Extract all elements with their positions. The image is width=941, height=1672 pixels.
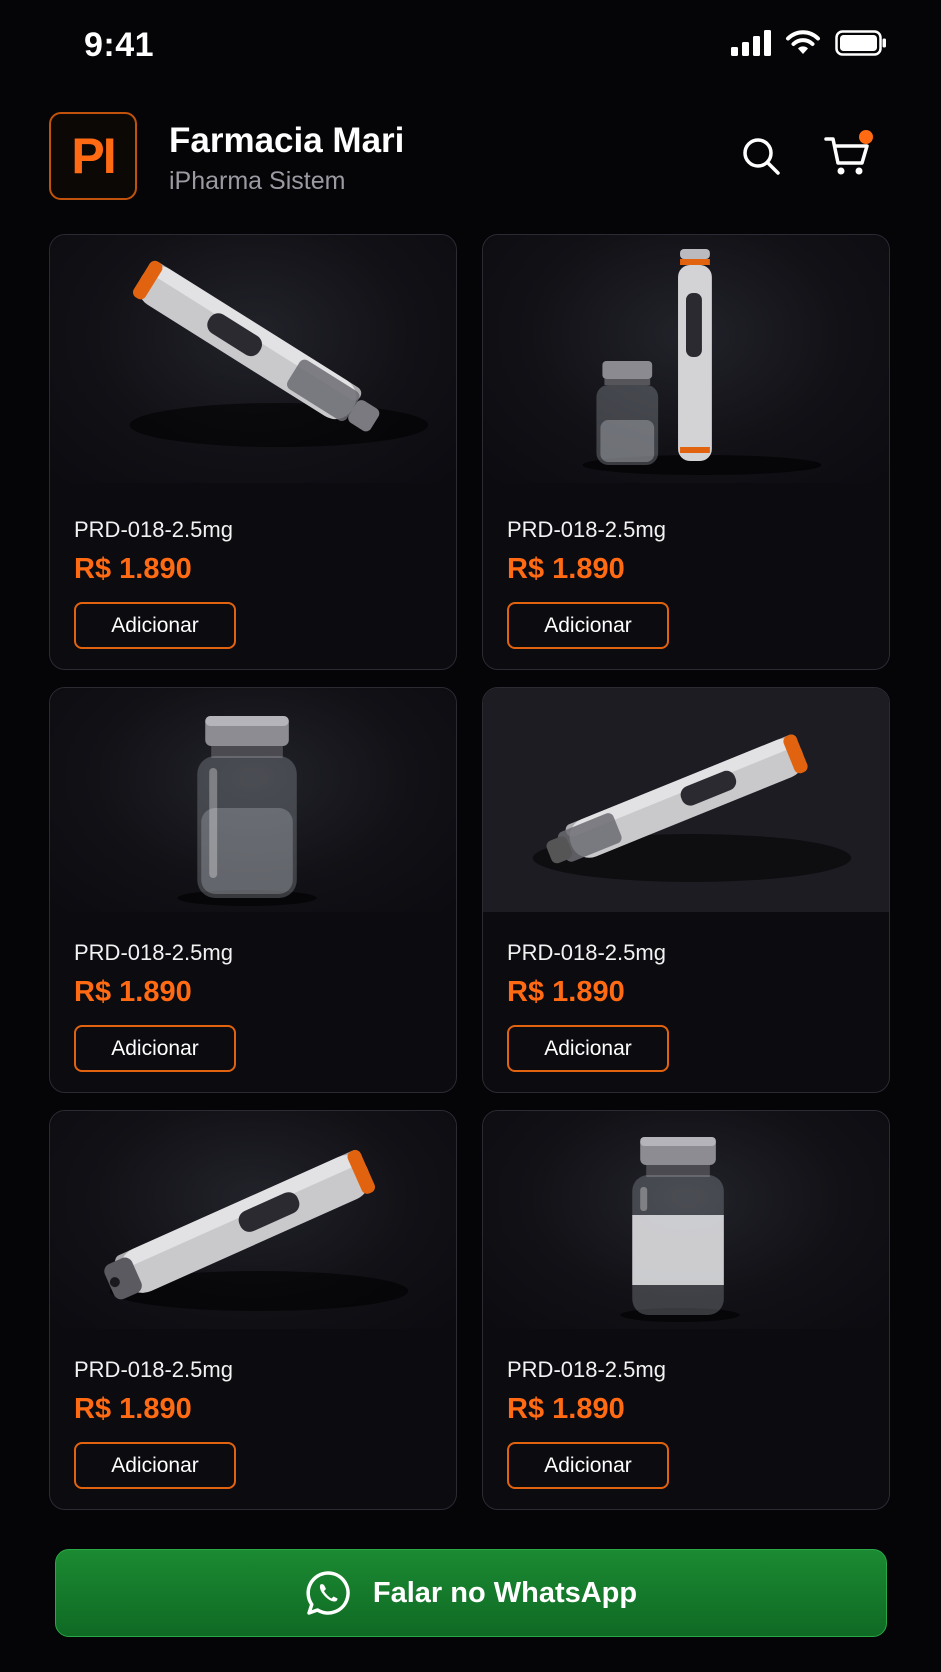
product-image-vial — [483, 1111, 889, 1329]
wifi-icon — [786, 30, 820, 54]
status-time: 9:41 — [84, 26, 155, 64]
product-image-pen — [483, 688, 889, 912]
product-card[interactable]: PRD-018-2.5mg R$ 1.890 Adicionar — [49, 1110, 457, 1510]
product-info: PRD-018-2.5mg R$ 1.890 Adicionar — [507, 940, 669, 1072]
product-grid: PRD-018-2.5mg R$ 1.890 Adicionar PRD-018… — [49, 234, 891, 1510]
product-card[interactable]: PRD-018-2.5mg R$ 1.890 Adicionar — [49, 234, 457, 670]
app-screen: 9:41 PI Farmacia Mari iPharma Sistem PRD… — [0, 0, 941, 1672]
product-info: PRD-018-2.5mg R$ 1.890 Adicionar — [74, 517, 236, 649]
product-info: PRD-018-2.5mg R$ 1.890 Adicionar — [507, 1357, 669, 1489]
product-price: R$ 1.890 — [507, 1393, 625, 1425]
product-image-pen — [50, 1111, 456, 1329]
add-to-cart-button[interactable]: Adicionar — [74, 1442, 236, 1489]
product-info: PRD-018-2.5mg R$ 1.890 Adicionar — [74, 940, 236, 1072]
product-sku: PRD-018-2.5mg — [74, 517, 233, 542]
product-card[interactable]: PRD-018-2.5mg R$ 1.890 Adicionar — [49, 687, 457, 1093]
product-sku: PRD-018-2.5mg — [74, 940, 233, 965]
cart-notification-dot — [859, 130, 873, 144]
whatsapp-label: Falar no WhatsApp — [372, 1576, 638, 1609]
add-to-cart-button[interactable]: Adicionar — [74, 602, 236, 649]
add-to-cart-button[interactable]: Adicionar — [507, 1442, 669, 1489]
product-price: R$ 1.890 — [507, 553, 625, 585]
product-image-pen — [50, 235, 456, 483]
add-to-cart-button[interactable]: Adicionar — [507, 602, 669, 649]
product-price: R$ 1.890 — [74, 553, 192, 585]
signal-icon — [731, 30, 771, 56]
whatsapp-icon — [306, 1571, 350, 1615]
product-card[interactable]: PRD-018-2.5mg R$ 1.890 Adicionar — [482, 234, 890, 670]
product-price: R$ 1.890 — [74, 1393, 192, 1425]
product-image-vial — [50, 688, 456, 912]
brand-block: Farmacia Mari iPharma Sistem — [169, 121, 405, 196]
product-image-vial-and-pen — [483, 235, 889, 483]
whatsapp-button[interactable]: Falar no WhatsApp — [55, 1549, 887, 1637]
logo-text: PI — [71, 128, 116, 184]
product-price: R$ 1.890 — [74, 976, 192, 1008]
store-logo: PI — [49, 112, 137, 200]
product-sku: PRD-018-2.5mg — [507, 517, 666, 542]
store-subtitle: iPharma Sistem — [169, 166, 346, 195]
battery-icon — [835, 30, 886, 56]
product-sku: PRD-018-2.5mg — [507, 940, 666, 965]
add-to-cart-button[interactable]: Adicionar — [74, 1025, 236, 1072]
product-sku: PRD-018-2.5mg — [507, 1357, 666, 1382]
product-sku: PRD-018-2.5mg — [74, 1357, 233, 1382]
product-card[interactable]: PRD-018-2.5mg R$ 1.890 Adicionar — [482, 1110, 890, 1510]
store-name: Farmacia Mari — [169, 121, 405, 160]
product-info: PRD-018-2.5mg R$ 1.890 Adicionar — [74, 1357, 236, 1489]
add-to-cart-button[interactable]: Adicionar — [507, 1025, 669, 1072]
status-bar: 9:41 — [0, 0, 941, 92]
status-icons — [731, 30, 887, 56]
search-button[interactable] — [735, 130, 787, 182]
search-icon — [743, 138, 780, 175]
cart-button[interactable] — [821, 130, 873, 182]
product-info: PRD-018-2.5mg R$ 1.890 Adicionar — [507, 517, 669, 649]
product-card[interactable]: PRD-018-2.5mg R$ 1.890 Adicionar — [482, 687, 890, 1093]
app-header: PI Farmacia Mari iPharma Sistem — [49, 112, 893, 200]
product-price: R$ 1.890 — [507, 976, 625, 1008]
